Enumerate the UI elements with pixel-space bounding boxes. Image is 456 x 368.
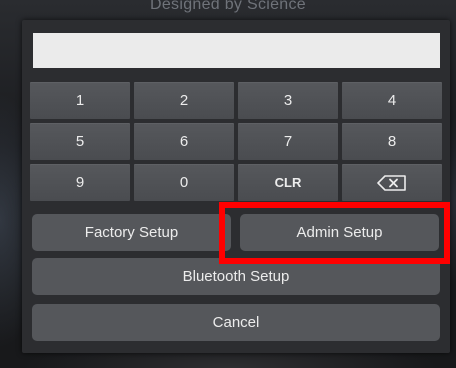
admin-setup-button[interactable]: Admin Setup xyxy=(240,214,439,251)
key-8[interactable]: 8 xyxy=(342,123,442,160)
key-0[interactable]: 0 xyxy=(134,164,234,201)
key-6[interactable]: 6 xyxy=(134,123,234,160)
key-backspace[interactable] xyxy=(342,164,442,201)
key-9[interactable]: 9 xyxy=(30,164,130,201)
key-3[interactable]: 3 xyxy=(238,82,338,119)
cancel-button[interactable]: Cancel xyxy=(32,304,440,341)
key-7[interactable]: 7 xyxy=(238,123,338,160)
bluetooth-setup-button[interactable]: Bluetooth Setup xyxy=(32,258,440,295)
key-5[interactable]: 5 xyxy=(30,123,130,160)
pin-dialog: 1 2 3 4 5 6 7 8 9 0 CLR Factory Setup Ad… xyxy=(22,20,450,353)
keypad: 1 2 3 4 5 6 7 8 9 0 CLR xyxy=(30,82,442,201)
backspace-icon xyxy=(377,174,407,191)
factory-setup-button[interactable]: Factory Setup xyxy=(32,214,231,251)
key-1[interactable]: 1 xyxy=(30,82,130,119)
key-clear[interactable]: CLR xyxy=(238,164,338,201)
key-4[interactable]: 4 xyxy=(342,82,442,119)
pin-input[interactable] xyxy=(33,33,440,68)
brand-text: Designed by Science xyxy=(149,0,306,13)
key-2[interactable]: 2 xyxy=(134,82,234,119)
